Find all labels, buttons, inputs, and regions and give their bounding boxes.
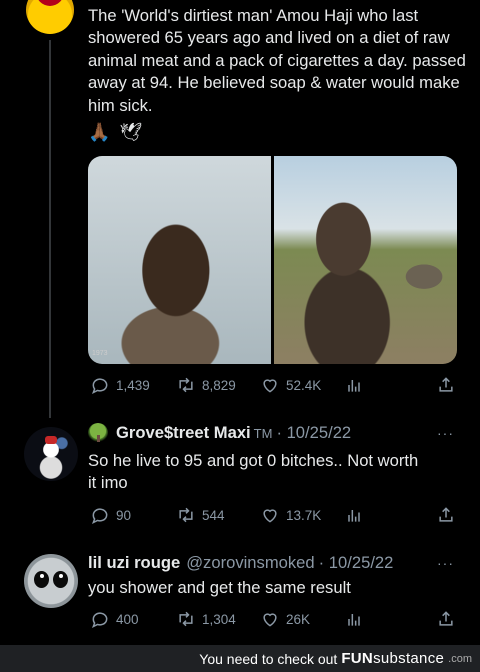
share-button[interactable] bbox=[436, 609, 456, 629]
reply-text: So he live to 95 and got 0 bitches.. Not… bbox=[88, 451, 419, 493]
retweet-count: 8,829 bbox=[202, 377, 236, 393]
analytics-icon bbox=[344, 505, 364, 525]
reply-text: you shower and get the same result bbox=[88, 578, 351, 597]
display-name[interactable]: lil uzi rouge bbox=[88, 553, 180, 573]
mouth-shape bbox=[36, 0, 64, 6]
analytics-button[interactable] bbox=[344, 609, 364, 629]
brand-logo: FUNsubstance bbox=[341, 650, 444, 667]
avatar[interactable] bbox=[26, 0, 74, 34]
more-options-button[interactable]: ··· bbox=[437, 425, 454, 441]
like-button[interactable]: 13.7K bbox=[260, 505, 321, 525]
retweet-button[interactable]: 544 bbox=[176, 505, 225, 525]
like-button[interactable]: 26K bbox=[260, 609, 310, 629]
analytics-icon bbox=[344, 375, 364, 395]
retweet-button[interactable]: 8,829 bbox=[176, 375, 236, 395]
dove-emoji: 🕊 bbox=[119, 122, 143, 142]
analytics-icon bbox=[344, 609, 364, 629]
thread-line bbox=[49, 40, 51, 418]
brand-light: substance bbox=[373, 650, 445, 667]
reply-date[interactable]: · 10/25/22 bbox=[276, 423, 351, 443]
trademark-badge: TM bbox=[253, 425, 273, 441]
reply-icon bbox=[90, 375, 110, 395]
brand-bold: FUN bbox=[341, 650, 374, 667]
avatar[interactable] bbox=[24, 427, 78, 481]
reply-count: 1,439 bbox=[116, 377, 150, 393]
share-button[interactable] bbox=[436, 375, 456, 395]
brand-domain: .com bbox=[448, 652, 472, 665]
retweet-icon bbox=[176, 609, 196, 629]
reply-icon bbox=[90, 609, 110, 629]
tweet-image-right[interactable] bbox=[274, 156, 457, 364]
heart-icon bbox=[260, 505, 280, 525]
analytics-button[interactable] bbox=[344, 505, 364, 525]
tweet-text: The 'World's dirtiest man' Amou Haji who… bbox=[88, 6, 466, 115]
retweet-icon bbox=[176, 375, 196, 395]
reply-button[interactable]: 90 bbox=[90, 505, 131, 525]
retweet-count: 1,304 bbox=[202, 611, 236, 627]
like-button[interactable]: 52.4K bbox=[260, 375, 321, 395]
hat-shape bbox=[45, 436, 57, 444]
share-button[interactable] bbox=[436, 505, 456, 525]
reply-header: lil uzi rouge @zorovinsmoked · 10/25/22 bbox=[88, 553, 393, 573]
analytics-button[interactable] bbox=[344, 375, 364, 395]
display-name[interactable]: Grove$treet Maxi bbox=[116, 423, 251, 443]
reply-button[interactable]: 1,439 bbox=[90, 375, 150, 395]
reply-header: Grove$treet Maxi TM · 10/25/22 bbox=[88, 423, 351, 443]
share-icon bbox=[436, 609, 456, 629]
more-options-button[interactable]: ··· bbox=[437, 555, 454, 571]
tweet-image-left[interactable] bbox=[88, 156, 271, 364]
reply-icon bbox=[90, 505, 110, 525]
eye-shine bbox=[40, 574, 44, 578]
retweet-count: 544 bbox=[202, 507, 225, 523]
like-count: 13.7K bbox=[286, 507, 322, 523]
eye-shine bbox=[59, 574, 63, 578]
heart-icon bbox=[260, 609, 280, 629]
retweet-button[interactable]: 1,304 bbox=[176, 609, 236, 629]
reply-date[interactable]: · 10/25/22 bbox=[319, 553, 394, 573]
tree-emoji-icon bbox=[88, 423, 108, 443]
reply-count: 400 bbox=[116, 611, 139, 627]
reply-button[interactable]: 400 bbox=[90, 609, 139, 629]
praying-hands-emoji: 🙏🏾 bbox=[88, 122, 111, 142]
avatar[interactable] bbox=[24, 554, 78, 608]
watermark-footer: You need to check out FUNsubstance .com bbox=[0, 645, 480, 672]
user-handle[interactable]: @zorovinsmoked bbox=[186, 553, 314, 573]
share-icon bbox=[436, 505, 456, 525]
reply-count: 90 bbox=[116, 507, 132, 523]
heart-icon bbox=[260, 375, 280, 395]
footer-text: You need to check out bbox=[199, 650, 338, 667]
tweet-emojis: 🙏🏾 🕊 bbox=[88, 121, 146, 143]
like-count: 52.4K bbox=[286, 377, 322, 393]
like-count: 26K bbox=[286, 611, 311, 627]
retweet-icon bbox=[176, 505, 196, 525]
image-caption: 1973 bbox=[92, 350, 108, 357]
share-icon bbox=[436, 375, 456, 395]
